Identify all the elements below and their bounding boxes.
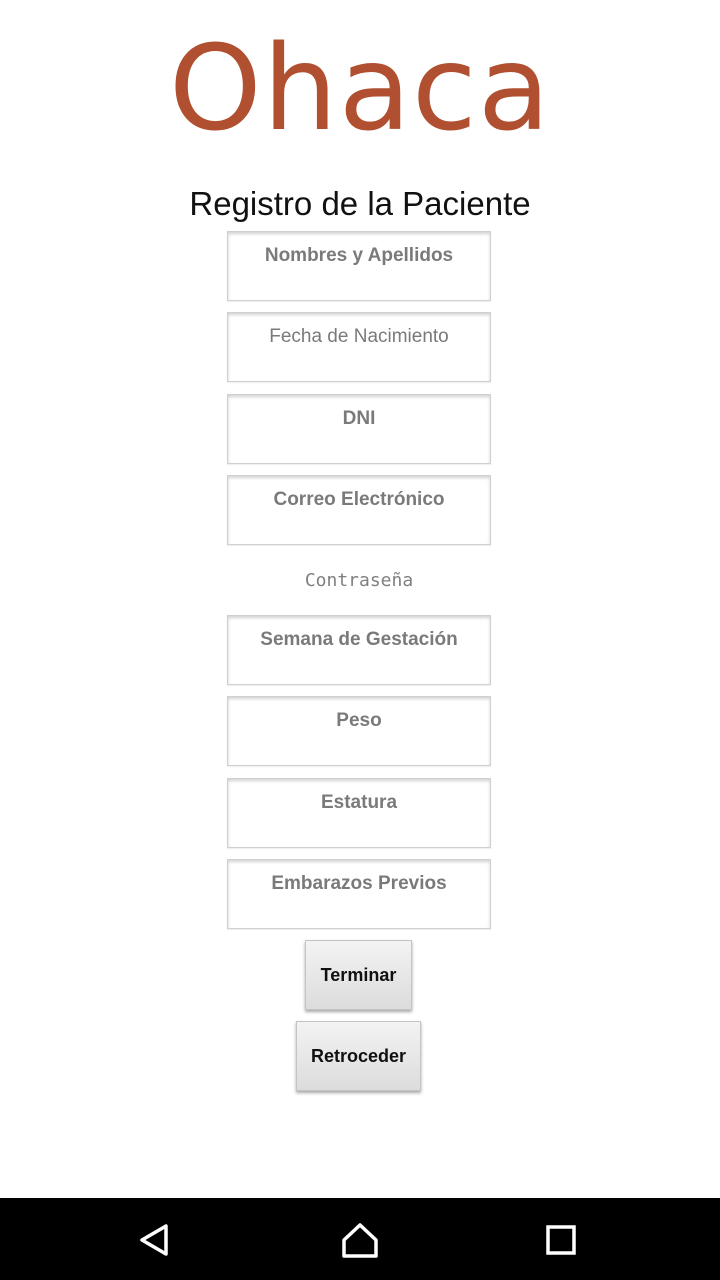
home-icon[interactable] bbox=[338, 1218, 382, 1262]
app-logo: Ohaca bbox=[168, 19, 552, 157]
dni-input[interactable]: DNI bbox=[227, 394, 491, 464]
correo-placeholder: Correo Electrónico bbox=[273, 489, 445, 510]
recents-icon[interactable] bbox=[539, 1218, 583, 1262]
registration-screen: Ohaca Registro de la Paciente Nombres y … bbox=[0, 0, 720, 1280]
embarazos-previos-input[interactable]: Embarazos Previos bbox=[227, 859, 491, 929]
estatura-input[interactable]: Estatura bbox=[227, 778, 491, 848]
semana-gestacion-placeholder: Semana de Gestación bbox=[260, 629, 458, 650]
terminar-button[interactable]: Terminar bbox=[305, 940, 412, 1010]
back-icon[interactable] bbox=[132, 1218, 176, 1262]
correo-input[interactable]: Correo Electrónico bbox=[227, 475, 491, 545]
embarazos-previos-placeholder: Embarazos Previos bbox=[271, 873, 447, 894]
system-nav-bar bbox=[0, 1198, 720, 1280]
peso-placeholder: Peso bbox=[336, 710, 382, 731]
nombres-input[interactable]: Nombres y Apellidos bbox=[227, 231, 491, 301]
fecha-nacimiento-placeholder: Fecha de Nacimiento bbox=[269, 326, 449, 347]
semana-gestacion-input[interactable]: Semana de Gestación bbox=[227, 615, 491, 685]
dni-placeholder: DNI bbox=[342, 408, 376, 429]
estatura-placeholder: Estatura bbox=[320, 792, 398, 813]
retroceder-button[interactable]: Retroceder bbox=[296, 1021, 421, 1091]
nombres-placeholder: Nombres y Apellidos bbox=[264, 245, 454, 266]
password-input[interactable]: Contraseña bbox=[227, 566, 491, 596]
peso-input[interactable]: Peso bbox=[227, 696, 491, 766]
fecha-nacimiento-input[interactable]: Fecha de Nacimiento bbox=[227, 312, 491, 382]
page-title: Registro de la Paciente bbox=[189, 185, 531, 222]
